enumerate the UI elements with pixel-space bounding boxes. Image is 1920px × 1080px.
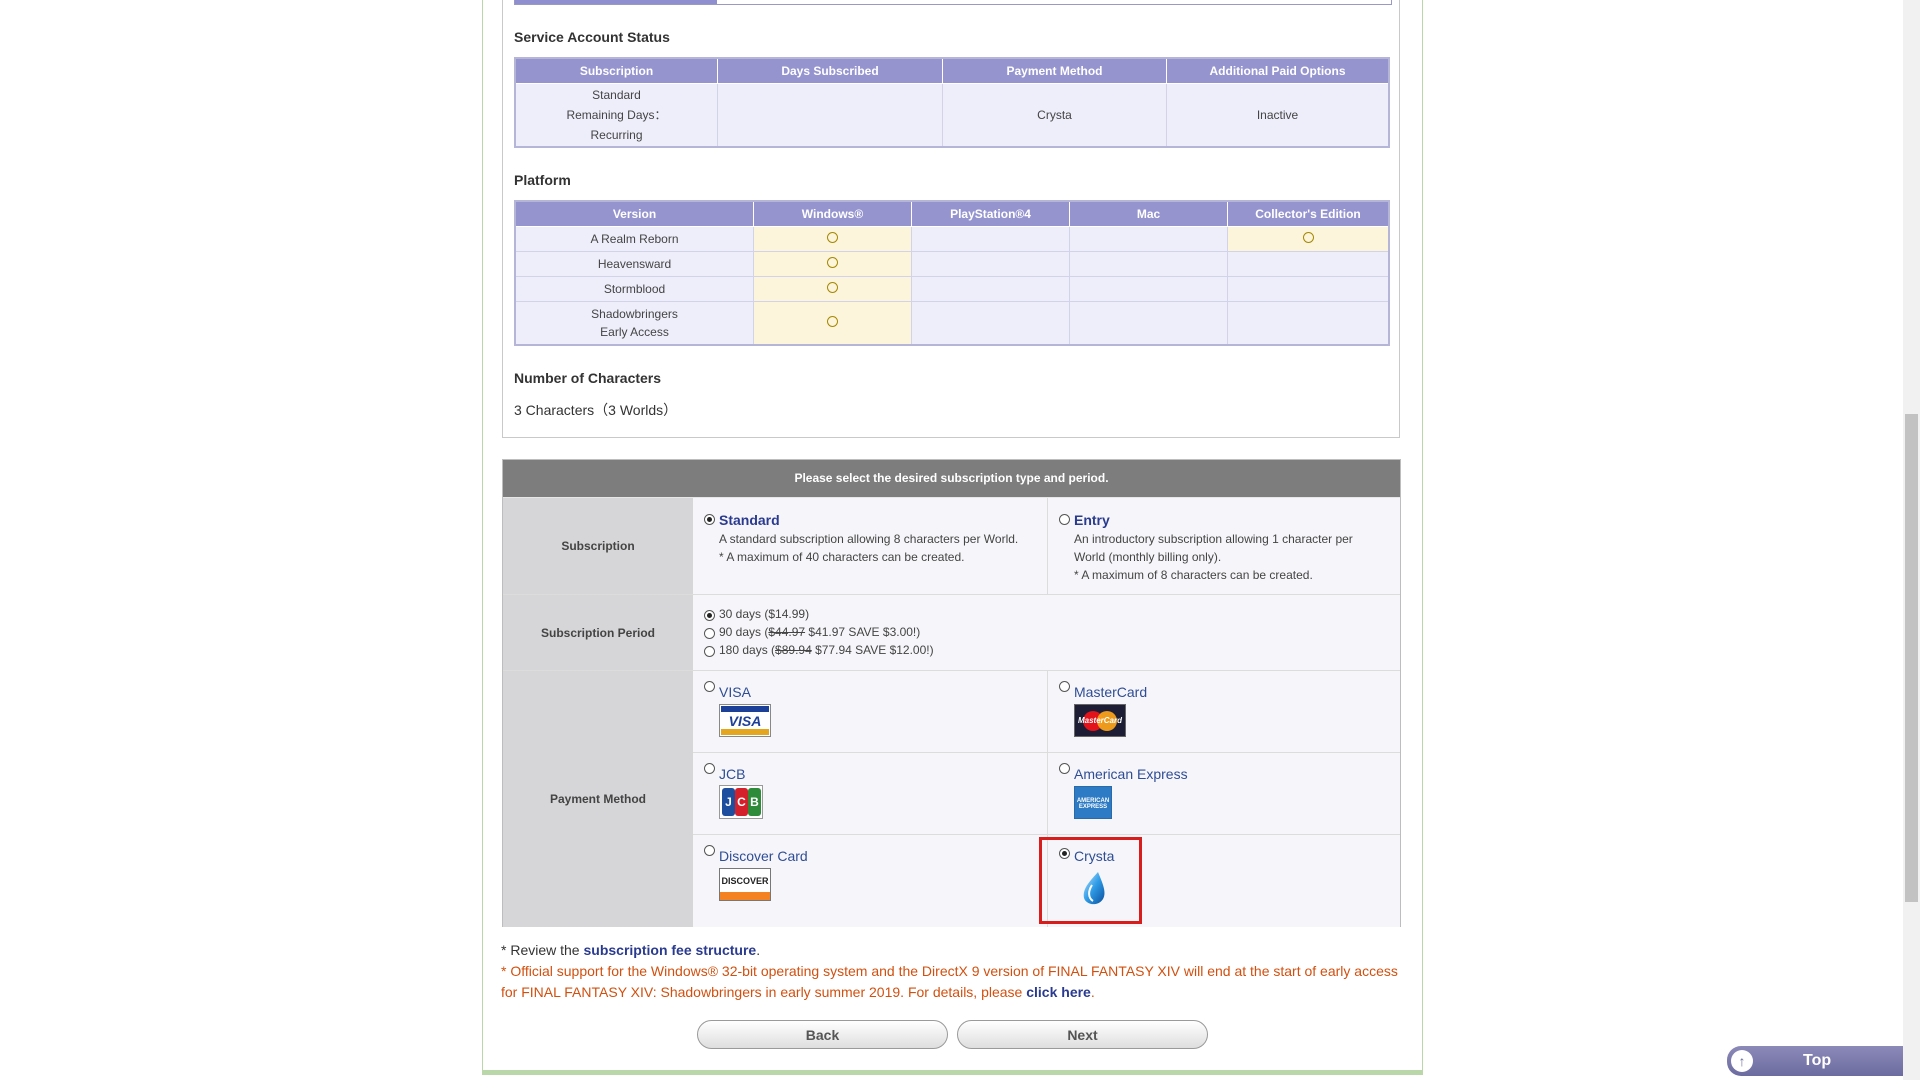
column-header: Subscription (514, 57, 718, 84)
discover-label[interactable]: Discover Card (719, 848, 808, 864)
jcb-radio[interactable] (704, 763, 715, 774)
standard-option[interactable]: Standard A standard subscription allowin… (693, 498, 1048, 594)
payment-mastercard[interactable]: MasterCard MasterCard (1048, 671, 1400, 753)
entry-desc: World (monthly billing only). (1074, 550, 1222, 564)
jcb-label[interactable]: JCB (719, 766, 745, 782)
version-cell: A Realm Reborn (514, 226, 754, 252)
version-name: Shadowbringers (591, 306, 678, 321)
column-header: Payment Method (942, 57, 1167, 84)
subscription-cell: Standard Remaining Days： Recurring (514, 83, 718, 147)
available-circle-icon (827, 282, 838, 293)
notes: * Review the subscription fee structure.… (501, 940, 1401, 1003)
standard-desc: A standard subscription allowing 8 chara… (719, 532, 1019, 546)
entry-max: * A maximum of 8 characters can be creat… (1074, 568, 1313, 582)
active-tab-indicator (515, 0, 717, 4)
available-circle-icon (827, 257, 838, 268)
subscription-type: Standard (592, 87, 641, 102)
payment-jcb[interactable]: JCB JCB (693, 753, 1048, 835)
windows-support-note: * Official support for the Windows® 32-b… (501, 963, 1398, 1000)
standard-radio[interactable] (704, 514, 715, 525)
next-button[interactable]: Next (957, 1020, 1208, 1049)
character-count: 3 Characters（3 Worlds） (514, 402, 678, 418)
subscription-form-header: Please select the desired subscription t… (503, 460, 1400, 498)
standard-max: * A maximum of 40 characters can be crea… (719, 550, 965, 564)
period-180-label[interactable]: 180 days ($89.94 $77.94 SAVE $12.00!) (719, 643, 934, 657)
payment-method-cell: Crysta (942, 83, 1167, 147)
version-cell: Stormblood (514, 276, 754, 302)
jcb-logo-icon: JCB (719, 785, 763, 819)
additional-options-cell: Inactive (1166, 83, 1390, 147)
available-circle-icon (827, 232, 838, 243)
table-row: Heavensward (514, 251, 1390, 277)
click-here-link[interactable]: click here (1026, 984, 1091, 1000)
table-row: A Realm Reborn (514, 226, 1390, 252)
billing-type: Recurring (590, 127, 643, 142)
payment-discover[interactable]: Discover Card DISCOVER (693, 835, 1048, 927)
available-circle-icon (1302, 232, 1314, 243)
payment-method-label: Payment Method (503, 671, 693, 927)
platform-heading: Platform (514, 172, 571, 188)
period-options: 30 days ($14.99) 90 days ($44.97 $41.97 … (693, 595, 1400, 670)
standard-title[interactable]: Standard (719, 512, 780, 528)
column-header: Version (514, 200, 754, 227)
tab-bar (514, 0, 1392, 5)
vertical-scrollbar[interactable] (1903, 0, 1920, 1080)
period-30-label[interactable]: 30 days ($14.99) (719, 607, 809, 621)
entry-desc: An introductory subscription allowing 1 … (1074, 532, 1353, 546)
column-header: Additional Paid Options (1166, 57, 1390, 84)
back-button[interactable]: Back (697, 1020, 948, 1049)
subscription-form: Please select the desired subscription t… (502, 459, 1401, 927)
amex-label[interactable]: American Express (1074, 766, 1188, 782)
arrow-up-icon: ↑ (1731, 1050, 1753, 1072)
entry-radio[interactable] (1059, 514, 1070, 525)
discover-radio[interactable] (704, 845, 715, 856)
days-subscribed-cell (717, 83, 943, 147)
platform-table: Version Windows® PlayStation®4 Mac Colle… (514, 200, 1390, 346)
amex-logo-icon: AMERICAN EXPRESS (1074, 786, 1112, 819)
mastercard-radio[interactable] (1059, 681, 1070, 692)
payment-method-row: Payment Method VISA VISA MasterCard Mast… (503, 671, 1400, 927)
entry-title[interactable]: Entry (1074, 512, 1110, 528)
table-row: Stormblood (514, 276, 1390, 302)
visa-logo-icon: VISA (719, 704, 771, 737)
mastercard-logo-icon: MasterCard (1074, 704, 1126, 737)
period-30-radio[interactable] (704, 610, 715, 621)
remaining-days: Remaining Days： (566, 107, 667, 122)
scrollbar-thumb[interactable] (1905, 414, 1918, 902)
column-header: Collector's Edition (1227, 200, 1390, 227)
column-header: Days Subscribed (717, 57, 943, 84)
subscription-label: Subscription (503, 498, 693, 594)
discover-logo-icon: DISCOVER (719, 868, 771, 901)
entry-option[interactable]: Entry An introductory subscription allow… (1048, 498, 1400, 594)
top-label: Top (1803, 1052, 1832, 1069)
fee-structure-note: * Review the subscription fee structure. (501, 942, 761, 958)
period-180-radio[interactable] (704, 646, 715, 657)
column-header: PlayStation®4 (911, 200, 1070, 227)
service-account-status-table: Subscription Days Subscribed Payment Met… (514, 57, 1390, 148)
version-cell: Heavensward (514, 251, 754, 277)
version-note: Early Access (600, 324, 669, 339)
back-to-top-button[interactable]: ↑ Top (1727, 1046, 1903, 1076)
payment-visa[interactable]: VISA VISA (693, 671, 1048, 753)
subscription-period-label: Subscription Period (503, 595, 693, 670)
mastercard-label[interactable]: MasterCard (1074, 684, 1147, 700)
visa-label[interactable]: VISA (719, 684, 751, 700)
service-account-status-heading: Service Account Status (514, 29, 670, 45)
period-90-label[interactable]: 90 days ($44.97 $41.97 SAVE $3.00!) (719, 625, 920, 639)
amex-radio[interactable] (1059, 763, 1070, 774)
visa-radio[interactable] (704, 681, 715, 692)
period-90-radio[interactable] (704, 628, 715, 639)
number-of-characters-heading: Number of Characters (514, 370, 662, 386)
column-header: Mac (1069, 200, 1228, 227)
table-row: Shadowbringers Early Access (514, 301, 1390, 345)
payment-amex[interactable]: American Express AMERICAN EXPRESS (1048, 753, 1400, 835)
version-cell: Shadowbringers Early Access (514, 301, 754, 345)
column-header: Windows® (753, 200, 912, 227)
subscription-period-row: Subscription Period 30 days ($14.99) 90 … (503, 595, 1400, 671)
crysta-selection-highlight (1039, 837, 1142, 924)
subscription-type-row: Subscription Standard A standard subscri… (503, 498, 1400, 595)
available-circle-icon (827, 315, 838, 327)
subscription-fee-structure-link[interactable]: subscription fee structure (583, 942, 756, 958)
